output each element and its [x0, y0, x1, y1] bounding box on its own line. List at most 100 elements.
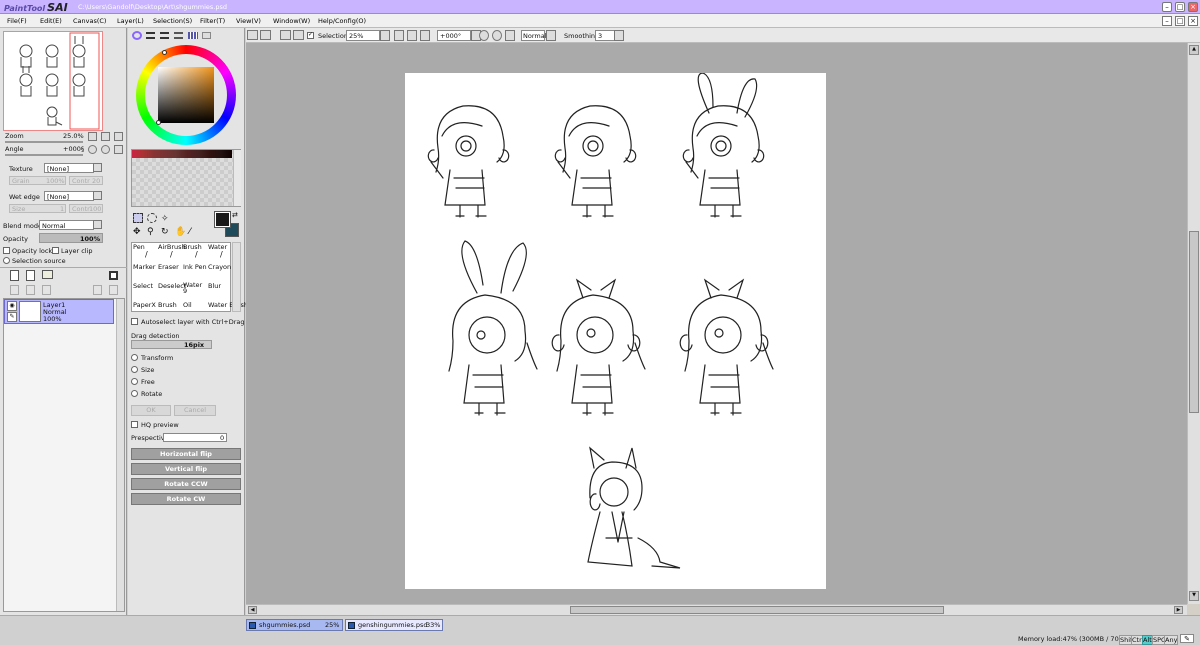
close-button[interactable]: ×	[1188, 2, 1198, 12]
hsv-slider-mode-icon[interactable]	[160, 32, 169, 39]
zoom-out-button[interactable]	[88, 132, 97, 141]
tool-select[interactable]: Select	[132, 279, 157, 296]
zoom-reset-button[interactable]	[114, 132, 123, 141]
layer-list[interactable]: ◉ ✎ Layer1 Normal 100%	[3, 298, 125, 612]
tool-water[interactable]: Water /	[207, 243, 232, 260]
doc-tab-shgummies[interactable]: shgummies.psd 25%	[246, 619, 343, 631]
scroll-down-button[interactable]: ▼	[1189, 591, 1199, 601]
deselect-button[interactable]	[280, 30, 291, 40]
vertical-scroll-thumb[interactable]	[1189, 231, 1199, 413]
tool-oil[interactable]: Oil	[182, 298, 207, 313]
view-mode-select[interactable]: Normal	[521, 30, 547, 41]
texture-dropdown-button[interactable]	[93, 163, 102, 172]
merge-down-icon[interactable]	[26, 285, 35, 295]
tool-water-9[interactable]: Water 9	[182, 279, 207, 296]
zoom-tool-icon[interactable]: ⚲	[147, 227, 154, 237]
selection-source-radio[interactable]	[3, 257, 10, 264]
rotate-cw-button[interactable]: Rotate CW	[131, 493, 241, 505]
horizontal-scrollbar[interactable]: ◀ ▶	[246, 604, 1187, 615]
scroll-right-button[interactable]: ▶	[1174, 606, 1183, 614]
smoothing-select[interactable]: 3	[595, 30, 615, 41]
free-radio[interactable]	[131, 378, 138, 385]
toolbar-rotate-left-button[interactable]	[479, 30, 489, 41]
transfer-down-icon[interactable]	[10, 285, 19, 295]
tool-crayon[interactable]: Crayon	[207, 260, 232, 277]
new-set-icon[interactable]	[26, 270, 35, 281]
ok-button[interactable]: OK	[131, 405, 171, 416]
autoselect-checkbox[interactable]	[131, 318, 138, 325]
angle-select[interactable]: +000°	[437, 30, 471, 41]
toolbar-zoom-in-button[interactable]	[407, 30, 417, 41]
swap-colors-icon[interactable]: ⇄	[232, 211, 238, 219]
rotate-ccw-button[interactable]: Rotate CCW	[131, 478, 241, 490]
tool-blur[interactable]: Blur	[207, 279, 232, 296]
toolbar-zoom-reset-button[interactable]	[420, 30, 430, 41]
doc-restore-button[interactable]: □	[1175, 16, 1185, 26]
opacity-slider[interactable]: 100%	[39, 233, 103, 243]
minimize-button[interactable]: –	[1162, 2, 1172, 12]
drag-detection-slider[interactable]: 16pix	[131, 340, 212, 349]
scroll-up-button[interactable]: ▲	[1189, 45, 1199, 55]
menu-canvas[interactable]: Canvas(C)	[73, 17, 106, 25]
wet-edge-dropdown-button[interactable]	[93, 191, 102, 200]
toolbar-rotate-reset-button[interactable]	[505, 30, 515, 41]
angle-slider[interactable]	[5, 154, 83, 156]
invert-selection-button[interactable]	[293, 30, 304, 40]
menu-file[interactable]: File(F)	[7, 17, 27, 25]
tool-ink-pen[interactable]: Ink Pen	[182, 260, 207, 277]
size-radio[interactable]	[131, 366, 138, 373]
brush-lock-icon[interactable]: ✎	[7, 312, 17, 322]
perspective-slider[interactable]: 0	[163, 433, 227, 442]
toolbar-zoom-out-button[interactable]	[394, 30, 404, 41]
navigator-preview[interactable]	[3, 31, 103, 131]
tool-marker[interactable]: Marker	[132, 260, 157, 277]
eyedropper-icon[interactable]: ⁄	[189, 227, 191, 237]
blend-mode-select[interactable]: Normal	[39, 220, 94, 230]
tool-deselect[interactable]: Deselect	[157, 279, 186, 296]
menu-view[interactable]: View(V)	[236, 17, 261, 25]
tool-grid[interactable]: Pen / AirBrush / Brush / Water / Marker Eras…	[131, 242, 248, 313]
layer-clip-checkbox[interactable]	[52, 247, 59, 254]
tool-eraser[interactable]: Eraser	[157, 260, 182, 277]
primary-color-swatch[interactable]	[214, 211, 231, 228]
rotate-reset-button[interactable]	[114, 145, 123, 154]
color-mixer-mode-icon[interactable]	[174, 32, 183, 39]
zoom-dropdown-button[interactable]	[380, 30, 390, 41]
zoom-in-button[interactable]	[101, 132, 110, 141]
tool-brush[interactable]: Brush /	[182, 243, 207, 260]
hand-tool-icon[interactable]: ✋	[175, 227, 186, 237]
tool-airbrush[interactable]: AirBrush /	[157, 243, 186, 260]
zoom-select[interactable]: 25%	[346, 30, 380, 41]
new-folder-icon[interactable]	[42, 270, 53, 279]
swatch-row[interactable]	[132, 150, 232, 158]
rotate-right-button[interactable]	[101, 145, 110, 154]
swatch-grid[interactable]	[131, 149, 241, 207]
rotate-radio[interactable]	[131, 390, 138, 397]
vertical-flip-button[interactable]: Vertical flip	[131, 463, 241, 475]
horizontal-flip-button[interactable]: Horizontal flip	[131, 448, 241, 460]
tool-water-brush[interactable]: Water Brush	[207, 298, 248, 313]
menu-layer[interactable]: Layer(L)	[117, 17, 144, 25]
contrast-slider[interactable]: Contr 20	[69, 176, 103, 185]
rotate-left-button[interactable]	[88, 145, 97, 154]
rotate-tool-icon[interactable]: ↻	[161, 227, 169, 237]
vertical-scrollbar[interactable]: ▲ ▼	[1187, 43, 1200, 604]
tool-paperx[interactable]: PaperX	[132, 298, 157, 313]
wet-edge-select[interactable]: [None]	[44, 191, 94, 201]
menu-selection[interactable]: Selection(S)	[153, 17, 192, 25]
contrast2-slider[interactable]: Contr 100	[69, 204, 103, 213]
smoothing-dropdown-button[interactable]	[614, 30, 624, 41]
hue-handle[interactable]	[162, 50, 167, 55]
menu-help[interactable]: Help/Config(O)	[318, 17, 366, 25]
duplicate-layer-icon[interactable]	[93, 285, 102, 295]
scratchpad-mode-icon[interactable]	[202, 32, 211, 39]
color-wheel-mode-icon[interactable]	[132, 31, 142, 40]
cancel-button[interactable]: Cancel	[174, 405, 216, 416]
hue-wheel[interactable]	[136, 45, 236, 145]
clear-layer-icon[interactable]	[42, 285, 51, 295]
doc-tab-genshingummies[interactable]: genshingummies.psd 33%	[345, 619, 443, 631]
marquee-tool-icon[interactable]	[133, 213, 143, 223]
canvas-paper[interactable]	[405, 72, 826, 589]
doc-minimize-button[interactable]: –	[1162, 16, 1172, 26]
tool-brush-2[interactable]: Brush	[157, 298, 182, 313]
